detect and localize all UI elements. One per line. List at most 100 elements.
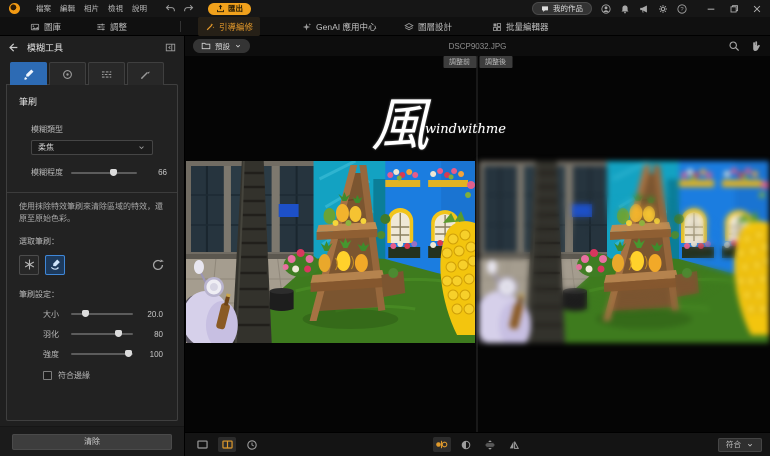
blur-type-value: 柔焦 [38,142,54,153]
before-pane[interactable] [185,56,476,432]
clear-button[interactable]: 清除 [12,434,172,450]
erase-brush-button[interactable] [45,255,65,275]
hand-tool-icon[interactable] [750,40,762,52]
export-icon [216,4,225,13]
before-tab[interactable]: 調整前 [443,56,476,68]
chat-icon [541,5,549,13]
feather-slider[interactable] [71,333,133,335]
collapse-panel-icon[interactable] [165,42,176,53]
tool-tabs [10,62,184,85]
photodirector-window: 檔案 編輯 相片 檢視 說明 匯出 我的作品 [0,0,770,456]
help-icon[interactable] [677,4,687,14]
slider-thumb[interactable] [125,350,132,357]
erase-brush-description: 使用抹除特效筆刷來清除區域的特效，還原至原始色彩。 [19,201,165,226]
app-logo-icon [9,3,20,14]
size-value: 20.0 [141,310,163,319]
compare-mirror-button[interactable] [505,437,523,452]
history-icon [246,439,258,451]
wand-icon [205,22,215,32]
compare-side-icon [435,438,448,451]
blur-amount-value: 66 [145,168,167,177]
tab-guided-edit[interactable]: 引導編修 [198,17,260,36]
slider-thumb[interactable] [82,310,89,317]
brush-settings-label: 筆刷設定： [19,289,165,300]
pen-icon [139,68,152,81]
close-icon[interactable] [752,4,762,14]
menu-photo[interactable]: 相片 [84,3,99,14]
zoom-fit-dropdown[interactable]: 符合 [718,438,762,452]
blur-brush-icon [23,258,36,271]
tab-gradient-tool[interactable] [88,62,125,85]
account-icon[interactable] [601,4,611,14]
adjust-icon [96,22,106,32]
after-tab[interactable]: 調整後 [479,56,512,68]
single-view-button[interactable] [193,437,211,452]
size-slider[interactable] [71,313,133,315]
tab-library[interactable]: 圖庫 [30,17,61,36]
tab-pen-tool[interactable] [127,62,164,85]
compare-top-bottom-button[interactable] [481,437,499,452]
dashed-lines-icon [100,68,113,81]
zoom-tool-icon[interactable] [728,40,740,52]
announcements-icon[interactable] [639,4,649,14]
library-icon [30,22,40,32]
undo-icon[interactable] [165,3,176,14]
brush-panel: 筆刷 模糊類型 柔焦 模糊程度 66 使用抹除特效筆刷來清除區域的特效，還原至原… [6,84,178,421]
filename-label: DSCP9032.JPG [449,42,507,51]
blur-type-label: 模糊類型 [31,124,153,135]
blur-type-dropdown[interactable]: 柔焦 [31,140,153,155]
menu-file[interactable]: 檔案 [36,3,51,14]
minimize-icon[interactable] [706,4,716,14]
strength-slider[interactable] [71,353,133,355]
settings-icon[interactable] [658,4,668,14]
module-bar: 圖庫 調整 引導編修 GenAI 應用中心 圖層設計 批量編輯器 [0,17,770,36]
after-image[interactable] [479,161,769,343]
compare-split-button[interactable] [457,437,475,452]
export-button[interactable]: 匯出 [208,3,251,15]
tab-genai-hub[interactable]: GenAI 應用中心 [302,17,376,36]
tab-batch-editor[interactable]: 批量編輯器 [492,17,549,36]
menubar: 檔案 編輯 相片 檢視 說明 [36,3,147,14]
menu-edit[interactable]: 編輯 [60,3,75,14]
maximize-icon[interactable] [729,4,739,14]
tab-brush-tool[interactable] [10,62,47,85]
back-icon[interactable] [8,42,19,53]
chevron-down-icon [137,143,146,152]
preview-viewer: 調整前 調整後 風 [185,56,770,432]
compare-top-bottom-icon [484,439,496,451]
size-label: 大小 [43,309,63,320]
single-view-icon [196,438,209,451]
eraser-brush-icon [49,258,62,271]
titlebar: 檔案 編輯 相片 檢視 說明 匯出 我的作品 [0,0,770,17]
tab-layer-design[interactable]: 圖層設計 [404,17,452,36]
before-image[interactable] [186,161,475,343]
my-works-button[interactable]: 我的作品 [532,2,592,15]
select-brush-label: 選取筆刷： [19,236,165,247]
tab-radial-tool[interactable] [49,62,86,85]
chevron-down-icon [234,42,242,50]
after-pane[interactable] [478,56,770,432]
tool-sidebar: 模糊工具 筆刷 模糊類型 柔焦 模糊程度 [0,36,185,456]
reset-brushes-icon[interactable] [151,258,165,272]
sparkle-icon [302,22,312,32]
dual-view-icon [221,438,234,451]
menu-view[interactable]: 檢視 [108,3,123,14]
blur-amount-label: 模糊程度 [31,167,63,178]
slider-thumb[interactable] [115,330,122,337]
brush-icon [22,68,35,81]
notifications-icon[interactable] [620,4,630,14]
compare-view-button[interactable] [218,437,236,452]
tab-adjust[interactable]: 調整 [96,17,127,36]
compare-side-by-side-button[interactable] [433,437,451,452]
effect-brush-button[interactable] [19,255,39,275]
menu-help[interactable]: 說明 [132,3,147,14]
export-label: 匯出 [228,3,243,14]
fit-edges-checkbox[interactable] [43,371,52,380]
redo-icon[interactable] [183,3,194,14]
preset-source-button[interactable]: 預設 [193,39,250,53]
zoom-fit-label: 符合 [726,439,741,450]
slider-thumb[interactable] [110,169,117,176]
history-button[interactable] [243,437,261,452]
strength-value: 100 [141,350,163,359]
blur-amount-slider[interactable] [71,172,137,174]
